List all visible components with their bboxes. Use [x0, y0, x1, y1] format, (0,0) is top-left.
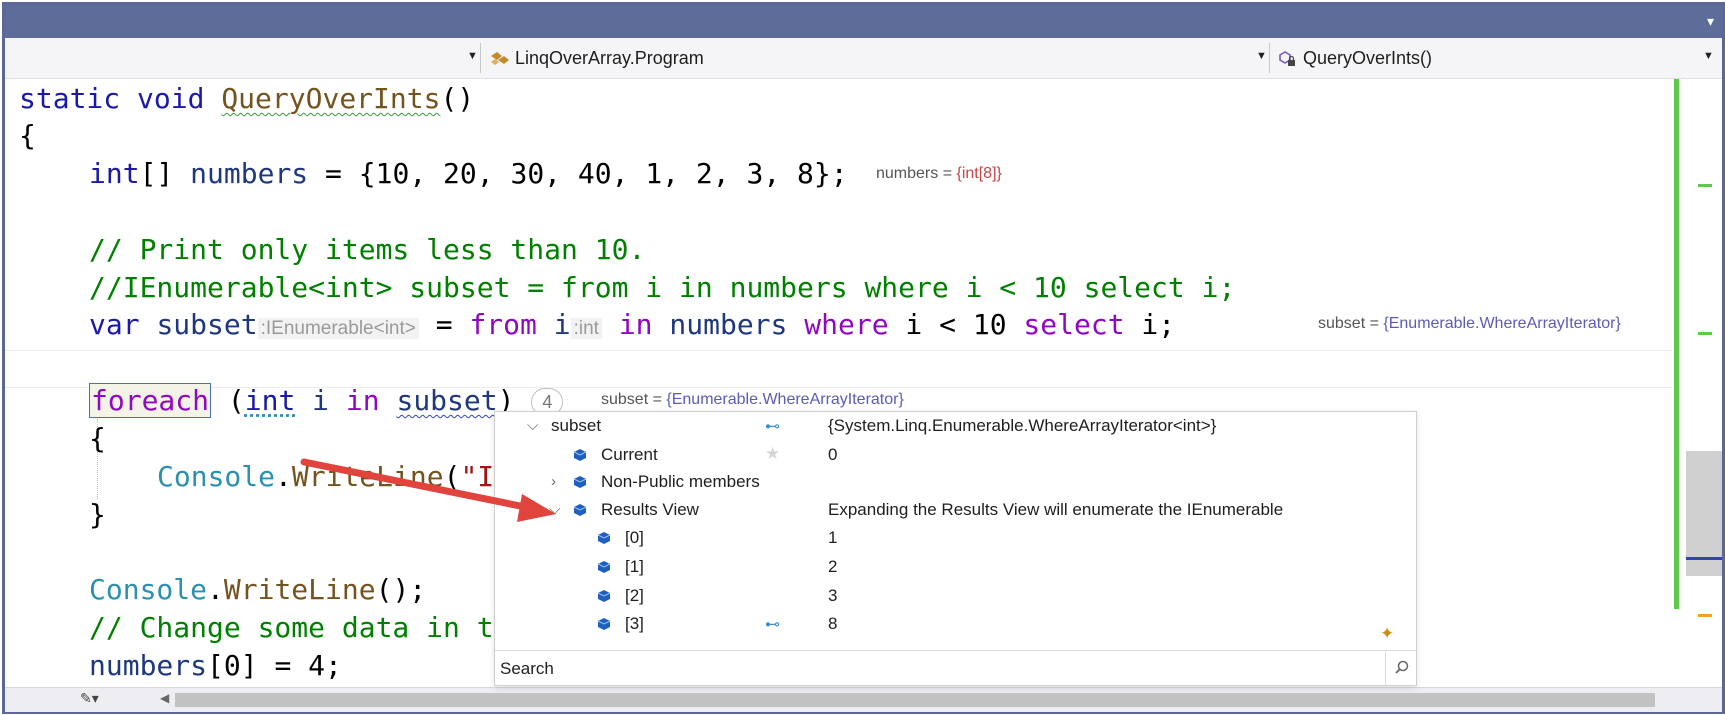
property-cube-icon	[573, 449, 587, 461]
code-line-10: {	[89, 422, 106, 455]
type-hint: :IEnumerable<int>	[257, 318, 419, 339]
inline-datatip-subset-foreach[interactable]: subset = {Enumerable.WhereArrayIterator}	[601, 391, 904, 409]
code-line-3: int[] numbers = {10, 20, 30, 40, 1, 2, 3…	[89, 157, 848, 190]
favorite-star-icon[interactable]: ★	[765, 444, 780, 464]
item-cube-icon	[597, 561, 611, 573]
code-comment-1: // Print only items less than 10.	[89, 233, 646, 266]
datatip-row[interactable]: Current ★ 0	[495, 441, 1416, 470]
nav-separator	[480, 43, 481, 73]
chevron-down-icon[interactable]: ▾	[1707, 13, 1714, 30]
nav-separator	[1269, 43, 1270, 73]
datatip-row[interactable]: [3] ⊷ 8	[495, 610, 1416, 639]
class-combo[interactable]: LinqOverArray.Program	[489, 48, 704, 69]
project-dropdown-arrow-icon[interactable]: ▼	[467, 50, 478, 62]
overview-scrollbar[interactable]	[1674, 79, 1722, 687]
datatip-row[interactable]: [0] 1	[495, 524, 1416, 553]
datatip-row[interactable]: [2] 3	[495, 582, 1416, 611]
warning-marker	[1698, 614, 1712, 617]
method-lock-icon	[1277, 50, 1297, 68]
status-bar: ✎▾ ◀	[5, 687, 1722, 712]
code-comment-3: // Change some data in t	[89, 611, 494, 644]
change-marker	[1698, 184, 1712, 187]
datatip-row[interactable]: › Non-Public members	[495, 468, 1416, 497]
scroll-left-icon[interactable]: ◀	[160, 691, 169, 705]
code-line-11: Console.WriteLine("I	[157, 460, 495, 493]
class-combo-label: LinqOverArray.Program	[515, 48, 704, 68]
datatip-popup[interactable]: ⌵ subset ⊷ {System.Linq.Enumerable.Where…	[494, 411, 1417, 686]
navigation-bar: ▼ LinqOverArray.Program ▼ QueryOverInts(…	[5, 38, 1722, 79]
magic-wand-icon[interactable]: ✦	[1380, 624, 1394, 644]
search-separator	[1385, 651, 1386, 685]
datatip-row[interactable]: ⌵ subset ⊷ {System.Linq.Enumerable.Where…	[495, 412, 1416, 441]
code-line-14: Console.WriteLine();	[89, 573, 427, 606]
class-dropdown-arrow-icon[interactable]: ▼	[1256, 50, 1267, 62]
datatip-row[interactable]: ⌵ Results View Expanding the Results Vie…	[495, 496, 1416, 525]
code-line-9: foreach (int i in subset) 4	[89, 383, 564, 418]
search-label: Search	[500, 659, 554, 678]
item-cube-icon	[597, 590, 611, 602]
pin-icon[interactable]: ⊷	[765, 615, 780, 633]
member-dropdown-arrow-icon[interactable]: ▼	[1703, 50, 1714, 62]
inline-datatip-numbers[interactable]: numbers = {int[8]}	[876, 165, 1002, 183]
member-combo[interactable]: QueryOverInts()	[1277, 48, 1432, 69]
current-line-highlight	[5, 350, 1672, 388]
collapse-chevron-icon[interactable]: ⌵	[549, 501, 560, 518]
item-cube-icon	[597, 618, 611, 630]
item-cube-icon	[597, 532, 611, 544]
expand-chevron-icon[interactable]: ›	[551, 473, 556, 490]
collapse-chevron-icon[interactable]: ⌵	[527, 417, 538, 434]
pin-icon[interactable]: ⊷	[765, 417, 780, 435]
change-marker	[1698, 332, 1712, 335]
code-line-1: static void QueryOverInts()	[19, 82, 475, 115]
change-tracking-bar	[1674, 79, 1679, 609]
brush-icon[interactable]: ✎▾	[80, 690, 99, 707]
caret-marker	[1686, 557, 1722, 560]
code-comment-2: //IEnumerable<int> subset = from i in nu…	[89, 271, 1236, 304]
search-icon[interactable]	[1394, 659, 1410, 675]
title-bar: ▾	[5, 5, 1722, 38]
horizontal-scrollbar-thumb[interactable]	[175, 693, 1655, 707]
property-cube-icon	[573, 504, 587, 516]
code-line-12: }	[89, 498, 106, 531]
datatip-row[interactable]: [1] 2	[495, 553, 1416, 582]
code-line-16: numbers[0] = 4;	[89, 649, 342, 682]
code-line-2: {	[19, 119, 36, 152]
property-cube-icon	[573, 476, 587, 488]
type-hint: :int	[570, 318, 602, 339]
member-combo-label: QueryOverInts()	[1303, 48, 1433, 68]
class-icon	[489, 50, 509, 68]
inline-datatip-subset[interactable]: subset = {Enumerable.WhereArrayIterator}	[1318, 315, 1621, 333]
datatip-search[interactable]: Search	[495, 650, 1416, 685]
code-line-7: var subset:IEnumerable<int> = from i:int…	[89, 308, 1176, 341]
